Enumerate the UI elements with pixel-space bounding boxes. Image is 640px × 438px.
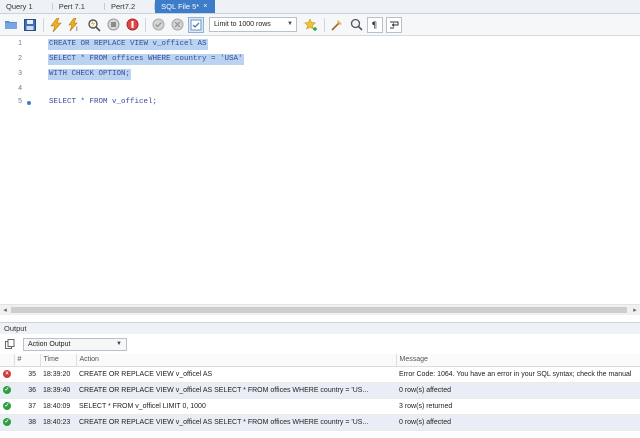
tab-sql-file-5[interactable]: SQL File 5* × — [155, 0, 216, 13]
output-toolbar: Action Output ▼ — [0, 336, 640, 352]
row-action: CREATE OR REPLACE VIEW v_officel AS SELE… — [76, 414, 396, 431]
line-number: 1 — [18, 40, 22, 47]
tab-label: SQL File 5* — [161, 2, 200, 11]
editor-horizontal-scrollbar[interactable]: ◂ ▸ — [0, 304, 640, 315]
rollback-icon[interactable] — [169, 17, 185, 33]
line-number: 2 — [18, 55, 22, 62]
code-text[interactable]: CREATE OR REPLACE VIEW v_officel AS — [48, 39, 208, 50]
column-header-number[interactable]: # — [14, 354, 41, 367]
row-time: 18:39:20 — [40, 366, 76, 383]
table-row[interactable]: ✓ 38 18:40:23 CREATE OR REPLACE VIEW v_o… — [0, 414, 640, 431]
add-snippet-icon[interactable] — [303, 17, 319, 33]
code-text[interactable]: SELECT * FROM v_officel; — [48, 97, 158, 108]
toggle-continue-icon[interactable] — [124, 17, 140, 33]
row-time: 18:40:23 — [40, 414, 76, 431]
row-time: 18:40:09 — [40, 398, 76, 415]
row-message: Error Code: 1064. You have an error in y… — [396, 366, 640, 383]
tab-pert-7-2[interactable]: Pert7.2 — [105, 0, 156, 13]
line-number: 5 — [18, 98, 22, 105]
chevron-down-icon: ▼ — [116, 340, 122, 347]
scrollbar-thumb[interactable] — [11, 307, 627, 313]
line-number: 3 — [18, 70, 22, 77]
success-status-icon: ✓ — [3, 418, 11, 426]
row-message: 0 row(s) affected — [396, 414, 640, 431]
output-type-select[interactable]: Action Output ▼ — [23, 337, 127, 351]
statement-marker-icon — [27, 101, 31, 105]
row-number: 35 — [14, 366, 40, 383]
open-folder-icon[interactable] — [3, 17, 19, 33]
table-row[interactable]: ✓ 37 18:40:09 SELECT * FROM v_officel LI… — [0, 398, 640, 415]
editor-tab-bar: Query 1 Pert 7.1 Pert7.2 SQL File 5* × — [0, 0, 640, 14]
column-header-status — [0, 354, 15, 367]
tab-pert-7-1[interactable]: Pert 7.1 — [53, 0, 106, 13]
row-action: CREATE OR REPLACE VIEW v_officel AS SELE… — [76, 382, 396, 399]
success-status-icon: ✓ — [3, 386, 11, 394]
code-text[interactable]: WITH CHECK OPTION; — [48, 69, 132, 80]
row-number: 36 — [14, 382, 40, 399]
column-header-time[interactable]: Time — [40, 354, 77, 367]
sql-editor-toolbar: I Limit to 1000 rows ▼ ¶ — [0, 14, 640, 36]
save-icon[interactable] — [22, 17, 38, 33]
row-action: SELECT * FROM v_officel LIMIT 0, 1000 — [76, 398, 396, 415]
execute-current-icon[interactable]: I — [67, 17, 83, 33]
scroll-left-icon[interactable]: ◂ — [0, 305, 10, 316]
autocommit-icon[interactable] — [188, 16, 204, 33]
tab-label: Pert 7.1 — [58, 2, 85, 11]
limit-rows-label: Limit to 1000 rows — [214, 21, 271, 28]
word-wrap-icon[interactable] — [386, 16, 402, 33]
column-header-action[interactable]: Action — [76, 354, 397, 367]
row-number: 38 — [14, 414, 40, 431]
output-panel-header: Output — [0, 322, 640, 334]
tab-close-icon[interactable]: × — [203, 3, 207, 10]
svg-text:¶: ¶ — [372, 21, 378, 30]
toolbar-separator — [43, 17, 44, 32]
error-status-icon: × — [3, 370, 11, 378]
toolbar-separator — [324, 17, 325, 32]
tab-label: Pert7.2 — [110, 2, 136, 11]
table-row[interactable]: ✓ 36 18:39:40 CREATE OR REPLACE VIEW v_o… — [0, 382, 640, 399]
tab-query-1[interactable]: Query 1 — [0, 0, 53, 13]
code-text[interactable]: SELECT * FROM offices WHERE country = 'U… — [48, 54, 244, 65]
code-line: 5 SELECT * FROM v_officel; — [0, 96, 640, 109]
limit-rows-select[interactable]: Limit to 1000 rows ▼ — [209, 17, 297, 32]
column-header-message[interactable]: Message — [396, 354, 640, 367]
code-line: 2 SELECT * FROM offices WHERE country = … — [0, 53, 640, 66]
line-number: 4 — [18, 85, 22, 92]
row-time: 18:39:40 — [40, 382, 76, 399]
execute-icon[interactable] — [48, 17, 64, 33]
invisible-chars-icon[interactable]: ¶ — [367, 16, 383, 33]
scroll-right-icon[interactable]: ▸ — [630, 305, 640, 316]
row-action: CREATE OR REPLACE VIEW v_officel AS — [76, 366, 396, 383]
commit-icon[interactable] — [150, 17, 166, 33]
chevron-down-icon: ▼ — [287, 21, 293, 27]
stop-icon[interactable] — [105, 17, 121, 33]
code-text[interactable] — [48, 84, 50, 95]
table-row[interactable]: × 35 18:39:20 CREATE OR REPLACE VIEW v_o… — [0, 366, 640, 383]
row-message: 3 row(s) returned — [396, 398, 640, 415]
row-number: 37 — [14, 398, 40, 415]
toolbar-separator — [145, 17, 146, 32]
explain-icon[interactable] — [86, 17, 102, 33]
code-line: 3 WITH CHECK OPTION; — [0, 68, 640, 81]
row-message: 0 row(s) affected — [396, 382, 640, 399]
sql-editor[interactable]: 1 CREATE OR REPLACE VIEW v_officel AS 2 … — [0, 36, 640, 304]
table-header-row: # Time Action Message — [0, 354, 640, 367]
tab-label: Query 1 — [6, 2, 33, 11]
code-line: 4 — [0, 83, 640, 96]
svg-text:I: I — [76, 26, 78, 32]
find-icon[interactable] — [348, 17, 364, 33]
success-status-icon: ✓ — [3, 402, 11, 410]
beautify-icon[interactable] — [329, 17, 345, 33]
output-type-label: Action Output — [28, 340, 71, 348]
code-line: 1 CREATE OR REPLACE VIEW v_officel AS — [0, 38, 640, 51]
output-copy-icon[interactable] — [4, 339, 15, 350]
action-output-table: # Time Action Message × 35 18:39:20 CREA… — [0, 354, 640, 431]
